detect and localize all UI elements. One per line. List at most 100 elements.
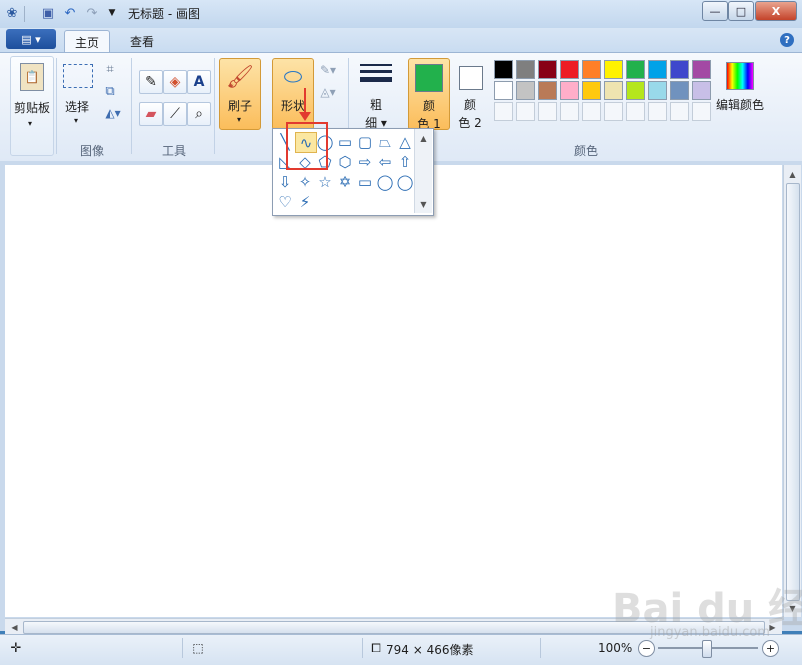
shape-item[interactable]: ◯ — [395, 172, 415, 191]
clipboard-button[interactable]: 📋 剪贴板 ▾ — [10, 56, 54, 156]
paint-menu-button[interactable]: ▤ ▾ — [6, 29, 56, 49]
shapes-scrollbar[interactable]: ▲ ▼ — [414, 129, 432, 213]
shape-item[interactable]: ⏢ — [375, 132, 395, 151]
palette-custom-slot[interactable] — [648, 102, 667, 121]
palette-swatch[interactable] — [494, 81, 513, 100]
brushes-button[interactable]: 🖌 刷子 ▾ — [219, 58, 261, 130]
fill-icon[interactable]: ◈ — [163, 70, 187, 94]
eraser-icon[interactable]: ▰ — [139, 102, 163, 126]
size-button[interactable]: 粗 细 ▾ — [356, 58, 396, 130]
shape-item[interactable]: ⚡ — [295, 192, 315, 211]
close-button[interactable]: X — [755, 1, 797, 21]
palette-custom-slot[interactable] — [604, 102, 623, 121]
select-dropdown-icon: ▾ — [74, 116, 79, 125]
edit-colors-label: 编辑颜色 — [715, 98, 764, 112]
redo-icon[interactable]: ↷ — [84, 5, 100, 21]
outline-icon[interactable]: ✎▾ — [316, 62, 340, 78]
palette-swatch[interactable] — [626, 60, 645, 79]
palette-custom-slot[interactable] — [560, 102, 579, 121]
palette-swatch[interactable] — [626, 81, 645, 100]
palette-swatch[interactable] — [582, 60, 601, 79]
drawing-canvas[interactable] — [5, 165, 782, 617]
shape-item[interactable]: ▭ — [335, 132, 355, 151]
help-icon[interactable]: ? — [780, 33, 794, 47]
shape-item[interactable]: ▢ — [355, 132, 375, 151]
palette-custom-slot[interactable] — [516, 102, 535, 121]
palette-swatch[interactable] — [692, 81, 711, 100]
paint-menu-icon: ▤ ▾ — [21, 32, 41, 46]
palette-swatch[interactable] — [494, 60, 513, 79]
palette-custom-slot[interactable] — [582, 102, 601, 121]
resize-icon[interactable]: ⧉ — [100, 82, 120, 100]
palette-custom-slot[interactable] — [626, 102, 645, 121]
palette-swatch[interactable] — [516, 60, 535, 79]
palette-custom-slot[interactable] — [494, 102, 513, 121]
tab-home[interactable]: 主页 — [64, 30, 111, 53]
quick-access-dropdown-icon[interactable]: ▼ — [104, 5, 120, 21]
color-picker-icon[interactable]: ⟋ — [163, 102, 187, 126]
shape-item[interactable]: ⬡ — [335, 152, 355, 171]
palette-custom-slot[interactable] — [692, 102, 711, 121]
palette-swatch[interactable] — [538, 81, 557, 100]
select-button[interactable]: 选择 ▾ — [60, 60, 94, 130]
image-group-label: 图像 — [80, 144, 105, 158]
shape-item[interactable]: ♡ — [275, 192, 295, 211]
palette-swatch[interactable] — [538, 60, 557, 79]
color1-button[interactable]: 颜 色 1 — [408, 58, 450, 131]
edit-colors-button[interactable]: 编辑颜色 — [714, 58, 766, 128]
scroll-left-icon[interactable]: ◀ — [7, 620, 22, 634]
text-icon[interactable]: A — [187, 70, 211, 94]
zoom-out-button[interactable]: − — [638, 640, 655, 657]
shapes-scroll-up-icon[interactable]: ▲ — [416, 131, 431, 145]
crop-icon[interactable]: ⌗ — [100, 60, 120, 78]
shapes-scroll-down-icon[interactable]: ▼ — [416, 197, 431, 211]
window-title: 无标题 - 画图 — [128, 7, 200, 21]
undo-icon[interactable]: ↶ — [62, 5, 78, 21]
palette-swatch[interactable] — [670, 60, 689, 79]
magnifier-icon[interactable]: ⌕ — [187, 102, 211, 126]
palette-swatch[interactable] — [604, 81, 623, 100]
palette-swatch[interactable] — [582, 81, 601, 100]
maximize-button[interactable]: □ — [728, 1, 754, 21]
shape-item[interactable]: ◯ — [375, 172, 395, 191]
vertical-scroll-thumb[interactable] — [786, 183, 800, 601]
shape-item[interactable]: ⇧ — [395, 152, 415, 171]
palette-swatch[interactable] — [516, 81, 535, 100]
palette-swatch[interactable] — [604, 60, 623, 79]
shape-item[interactable]: △ — [395, 132, 415, 151]
clipboard-dropdown-icon: ▾ — [28, 119, 33, 128]
shape-item[interactable]: ☆ — [315, 172, 335, 191]
scroll-up-icon[interactable]: ▲ — [785, 167, 800, 181]
minimize-button[interactable]: — — [702, 1, 728, 21]
palette-swatch[interactable] — [670, 81, 689, 100]
palette-swatch[interactable] — [648, 81, 667, 100]
palette-swatch[interactable] — [692, 60, 711, 79]
brushes-label: 刷子 — [227, 99, 252, 113]
size-label-1: 粗 — [369, 98, 382, 112]
color2-button[interactable]: 颜 色 2 — [452, 58, 488, 130]
zoom-slider-thumb[interactable] — [702, 640, 712, 658]
shape-item[interactable]: ▭ — [355, 172, 375, 191]
shape-item[interactable]: ⇩ — [275, 172, 295, 191]
pencil-icon[interactable]: ✎ — [139, 70, 163, 94]
zoom-in-button[interactable]: + — [762, 640, 779, 657]
vertical-scrollbar[interactable]: ▲ ▼ — [783, 165, 801, 617]
palette-swatch[interactable] — [560, 60, 579, 79]
cursor-position-icon: ✛ — [10, 640, 22, 656]
tab-view[interactable]: 查看 — [120, 30, 164, 52]
palette-custom-slot[interactable] — [538, 102, 557, 121]
watermark-url: jingyan.baidu.com — [650, 625, 770, 640]
palette-swatch[interactable] — [648, 60, 667, 79]
pointer-arrow-head — [299, 112, 311, 121]
rotate-icon[interactable]: ◭▾ — [100, 104, 126, 122]
fill-style-icon[interactable]: ◬▾ — [316, 84, 340, 100]
palette-custom-slot[interactable] — [670, 102, 689, 121]
shape-item[interactable]: ⇦ — [375, 152, 395, 171]
save-icon[interactable]: ▣ — [40, 5, 56, 21]
palette-swatch[interactable] — [560, 81, 579, 100]
shape-item[interactable]: ✧ — [295, 172, 315, 191]
shape-item[interactable]: ✡ — [335, 172, 355, 191]
selection-size-icon: ⬚ — [192, 641, 204, 655]
shape-item[interactable]: ⇨ — [355, 152, 375, 171]
zoom-level: 100% — [598, 641, 633, 655]
